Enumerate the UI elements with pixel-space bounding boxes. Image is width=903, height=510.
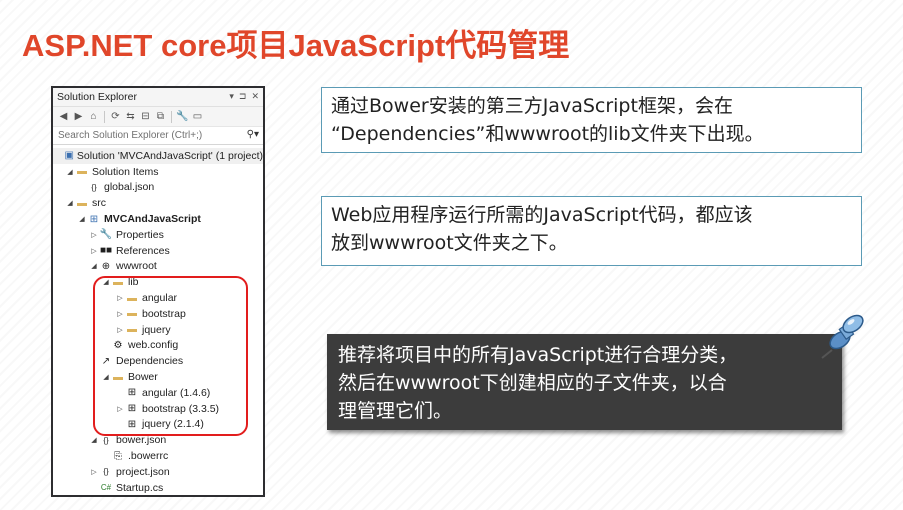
back-icon[interactable]: ◀ xyxy=(57,110,70,123)
properties-icon[interactable]: 🔧 xyxy=(176,110,189,123)
tree-item[interactable]: ▷ {} project.json xyxy=(53,464,263,480)
toolbar-separator xyxy=(171,110,172,123)
highlight-box xyxy=(93,276,248,436)
json-file-icon: {} xyxy=(91,182,97,192)
folder-icon: ▬ xyxy=(77,197,87,209)
tree-item[interactable]: ▷ ■■ References xyxy=(53,243,263,259)
tree-item-label: src xyxy=(92,197,106,210)
auto-hide-pin-icon[interactable]: ⊐ xyxy=(239,91,247,102)
solution-explorer-title: Solution Explorer xyxy=(57,91,137,103)
tree-item[interactable]: ◢ ⊕ wwwroot xyxy=(53,259,263,275)
collapse-arrow-icon[interactable]: ▷ xyxy=(89,247,99,255)
tree-item[interactable]: ◢ ▬ Solution Items xyxy=(53,164,263,180)
tree-item[interactable]: ◢ ▬ src xyxy=(53,195,263,211)
callout-box-2: Web应用程序运行所需的JavaScript代码，都应该 放到wwwroot文件… xyxy=(321,196,862,266)
collapse-all-icon[interactable]: ⊟ xyxy=(139,110,152,123)
tree-item-label: global.json xyxy=(104,181,155,194)
json-file-icon: {} xyxy=(103,435,109,445)
expand-arrow-icon[interactable]: ◢ xyxy=(89,262,99,270)
callout-box-1: 通过Bower安装的第三方JavaScript框架，会在 “Dependenci… xyxy=(321,87,862,153)
titlebar-controls: ▾ ⊐ ✕ xyxy=(229,91,259,102)
callout-box-3: 推荐将项目中的所有JavaScript进行合理分类， 然后在wwwroot下创建… xyxy=(327,334,842,430)
callout-text: “Dependencies”和wwwroot的lib文件夹下出现。 xyxy=(331,123,764,145)
tree-item[interactable]: ▣ Solution 'MVCAndJavaScript' (1 project) xyxy=(53,148,263,164)
collapse-arrow-icon[interactable]: ▷ xyxy=(89,468,99,476)
dropdown-arrow-icon[interactable]: ▾ xyxy=(229,91,234,102)
tree-item-label: wwwroot xyxy=(116,260,157,273)
web-project-icon: ⊞ xyxy=(89,213,99,225)
tree-item-label: .bowerrc xyxy=(128,450,169,463)
home-icon[interactable]: ⌂ xyxy=(87,110,100,123)
tree-item[interactable]: ▷ 🔧 Properties xyxy=(53,227,263,243)
solution-explorer-toolbar: ◀ ▶ ⌂ ⟳ ⇆ ⊟ ⧉ 🔧 ▭ xyxy=(53,107,263,127)
file-icon: ⎘ xyxy=(114,450,122,462)
folder-icon: ▬ xyxy=(77,166,87,178)
sync-icon[interactable]: ⇆ xyxy=(124,110,137,123)
expand-arrow-icon[interactable]: ◢ xyxy=(65,168,75,176)
expand-arrow-icon[interactable]: ◢ xyxy=(65,199,75,207)
solution-explorer-search[interactable]: Search Solution Explorer (Ctrl+;) ⚲▾ xyxy=(53,127,263,145)
search-input[interactable]: Search Solution Explorer (Ctrl+;) xyxy=(58,130,202,141)
toolbar-separator xyxy=(104,110,105,123)
tree-item[interactable]: ⎘ .bowerrc xyxy=(53,448,263,464)
close-icon[interactable]: ✕ xyxy=(251,91,259,102)
callout-text: 通过Bower安装的第三方JavaScript框架，会在 xyxy=(331,95,733,117)
solution-explorer-titlebar: Solution Explorer ▾ ⊐ ✕ xyxy=(53,88,263,107)
pending-changes-icon[interactable]: ⟳ xyxy=(109,110,122,123)
slide-title: ASP.NET core项目JavaScript代码管理 xyxy=(22,28,570,63)
callout-text: 放到wwwroot文件夹之下。 xyxy=(331,232,568,254)
tree-item-label: References xyxy=(116,244,170,257)
collapse-arrow-icon[interactable]: ▷ xyxy=(89,231,99,239)
callout-text: 理管理它们。 xyxy=(338,400,453,422)
tree-item-label: Solution 'MVCAndJavaScript' (1 project) xyxy=(76,149,263,162)
references-icon: ■■ xyxy=(99,245,113,257)
tree-item-label: Startup.cs xyxy=(116,481,164,494)
tree-item-label: bower.json xyxy=(116,434,167,447)
tree-item[interactable]: ◢ ⊞ MVCAndJavaScript xyxy=(53,211,263,227)
json-file-icon: {} xyxy=(103,467,109,477)
callout-text: Web应用程序运行所需的JavaScript代码，都应该 xyxy=(331,204,753,226)
tree-item[interactable]: C# Startup.cs xyxy=(53,480,263,495)
tree-item-label: MVCAndJavaScript xyxy=(104,213,201,226)
wrench-icon: 🔧 xyxy=(99,229,113,241)
solution-icon: ▣ xyxy=(64,150,74,162)
callout-text: 然后在wwwroot下创建相应的子文件夹，以合 xyxy=(338,372,727,394)
callout-text: 推荐将项目中的所有JavaScript进行合理分类， xyxy=(338,344,738,366)
solution-explorer-panel: Solution Explorer ▾ ⊐ ✕ ◀ ▶ ⌂ ⟳ ⇆ ⊟ ⧉ 🔧 … xyxy=(51,86,265,497)
expand-arrow-icon[interactable]: ◢ xyxy=(89,436,99,444)
expand-arrow-icon[interactable]: ◢ xyxy=(77,215,87,223)
forward-icon[interactable]: ▶ xyxy=(72,110,85,123)
preview-icon[interactable]: ▭ xyxy=(191,110,204,123)
pushpin-icon xyxy=(821,314,864,359)
tree-item-label: Properties xyxy=(116,228,164,241)
globe-icon: ⊕ xyxy=(101,260,111,272)
show-all-files-icon[interactable]: ⧉ xyxy=(154,110,167,123)
tree-item[interactable]: {} global.json xyxy=(53,180,263,196)
tree-item-label: Solution Items xyxy=(92,165,159,178)
tree-item-label: project.json xyxy=(116,465,170,478)
csharp-file-icon: C# xyxy=(100,483,112,493)
search-icon[interactable]: ⚲▾ xyxy=(247,129,259,140)
